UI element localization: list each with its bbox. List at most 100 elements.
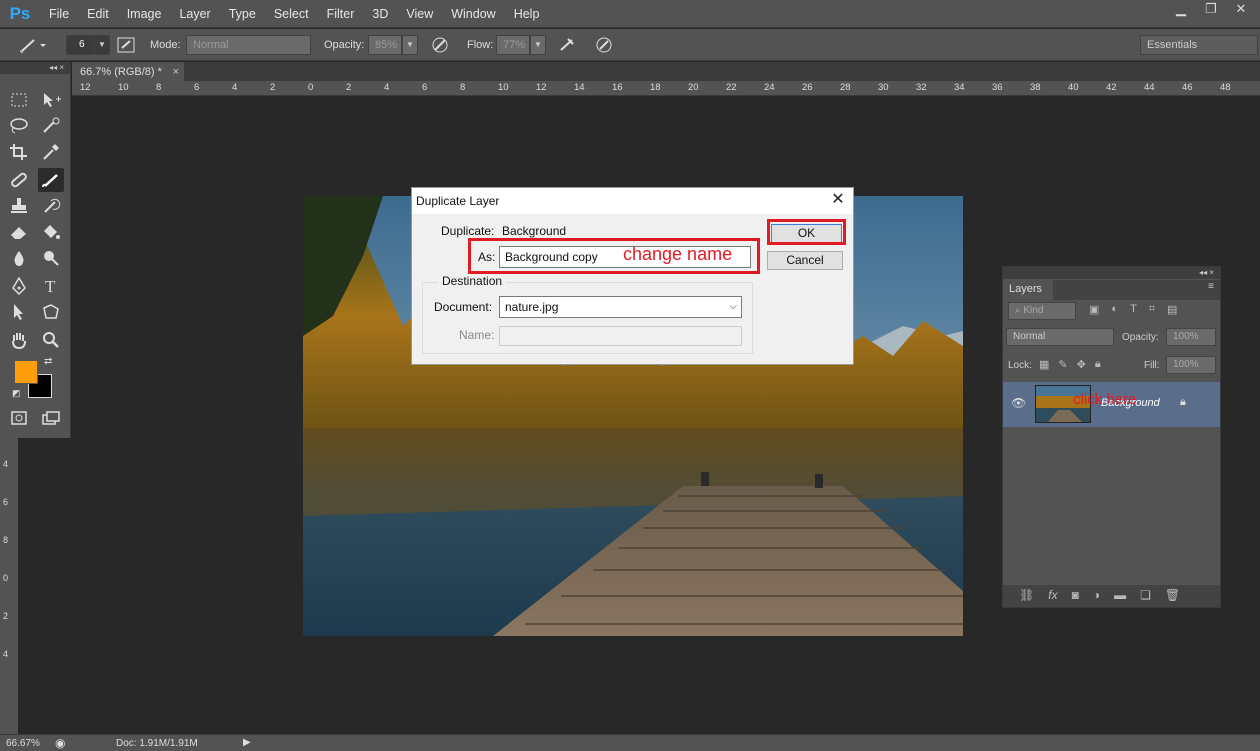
paint-bucket-icon[interactable] [38,220,64,244]
flow-dropdown[interactable]: ▼ [530,35,546,55]
pressure-opacity-icon[interactable] [430,35,452,55]
restore-icon[interactable]: ❐ [1196,0,1226,18]
path-select-icon[interactable] [6,300,32,324]
filter-smart-icon[interactable]: ▤ [1167,303,1177,316]
eraser-icon[interactable] [6,220,32,244]
new-layer-icon[interactable]: ❏ [1140,588,1151,602]
menu-type[interactable]: Type [220,0,265,28]
hand-icon[interactable] [6,328,32,352]
close-icon[interactable]: ✕ [1226,0,1256,18]
fx-icon[interactable]: fx [1048,588,1057,602]
workspace-select[interactable]: Essentials [1140,35,1258,55]
pen-icon[interactable] [6,274,32,298]
name-input[interactable] [499,326,742,346]
menu-image[interactable]: Image [118,0,171,28]
ok-button-highlight [767,219,846,245]
opacity-dropdown[interactable]: ▼ [402,35,418,55]
ruler-top-label: 12 [80,82,91,93]
menu-file[interactable]: File [40,0,78,28]
menu-3d[interactable]: 3D [363,0,397,28]
layers-panel-header[interactable]: ◂◂ × [1003,267,1220,279]
lock-transparency-icon[interactable]: ▦ [1039,358,1049,371]
move-icon[interactable] [38,88,64,112]
lock-position-icon[interactable]: ✥ [1077,358,1086,371]
zoom-level[interactable]: 66.67% [6,738,40,749]
pressure-size-icon[interactable] [594,35,616,55]
dodge-icon[interactable] [38,246,64,270]
layer-row-background[interactable]: 👁︎ Background click here 🔒︎ [1003,382,1220,427]
opacity-field[interactable]: 85% [368,35,402,55]
menu-edit[interactable]: Edit [78,0,118,28]
lock-pixels-icon[interactable]: ✎ [1058,358,1067,371]
menu-select[interactable]: Select [265,0,318,28]
brush-preset-icon[interactable] [18,35,46,55]
status-menu-arrow-icon[interactable]: ▶ [243,737,251,748]
shape-icon[interactable] [38,300,64,324]
ruler-top-label: 2 [346,82,352,93]
eyedropper-icon[interactable] [38,140,64,164]
blend-mode-select[interactable]: Normal [1006,328,1114,346]
swap-colors-icon[interactable]: ⇄ [44,356,52,367]
menu-filter[interactable]: Filter [318,0,364,28]
document-tab-close[interactable]: × [173,62,179,82]
zoom-icon[interactable] [38,328,64,352]
ruler-top-label: 36 [992,82,1003,93]
menu-layer[interactable]: Layer [170,0,219,28]
filter-adjustment-icon[interactable]: ◐ [1111,303,1118,316]
photoshop-logo: Ps [9,3,31,23]
quick-mask-icon[interactable] [6,406,32,430]
type-icon[interactable]: T [38,274,64,298]
dialog-close-icon[interactable]: ✕ [829,190,847,210]
ruler-top-label: 4 [384,82,390,93]
menu-view[interactable]: View [397,0,442,28]
ruler-left-label: 4 [3,459,9,469]
blur-icon[interactable] [6,246,32,270]
foreground-color-swatch[interactable] [14,360,38,384]
crop-icon[interactable] [6,140,32,164]
ruler-top-label: 0 [308,82,314,93]
panel-menu-icon[interactable]: ≡ [1208,281,1214,292]
group-icon[interactable]: ▬ [1114,588,1126,602]
layers-tab[interactable]: Layers [1003,280,1053,300]
visibility-eye-icon[interactable]: 👁︎ [1011,396,1026,410]
history-brush-icon[interactable] [38,194,64,218]
toolbox-header[interactable]: ◂◂ × [0,62,70,74]
quick-select-icon[interactable] [38,114,64,138]
ruler-top-label: 48 [1220,82,1231,93]
link-icon[interactable]: ⛓︎ [1019,588,1034,602]
share-icon[interactable]: ◉ [55,736,65,750]
document-tab[interactable]: 66.7% (RGB/8) * × [72,62,184,82]
layer-opacity-field[interactable]: 100% [1166,328,1216,346]
screen-mode-icon[interactable] [38,406,64,430]
ruler-top-label: 44 [1144,82,1155,93]
brush-size-dropdown[interactable]: ▼ [94,35,110,55]
document-select[interactable]: nature.jpg ⌵ [499,296,742,318]
mask-icon[interactable]: ◙ [1072,588,1079,602]
adjustment-icon[interactable]: ◑ [1093,588,1100,602]
layer-lock-icon[interactable]: 🔒︎ [1180,396,1186,409]
minimize-icon[interactable]: ▁ [1166,0,1196,18]
cancel-button[interactable]: Cancel [767,251,843,270]
trash-icon[interactable]: 🗑︎ [1165,588,1180,602]
flow-field[interactable]: 77% [496,35,530,55]
healing-icon[interactable] [6,168,32,192]
filter-kind-select[interactable]: ⌕ Kind [1008,302,1076,320]
airbrush-icon[interactable] [558,35,580,55]
brush-size-field[interactable]: 6 [66,35,96,55]
menu-window[interactable]: Window [442,0,504,28]
layer-fill-field[interactable]: 100% [1166,356,1216,374]
ruler-top-label: 14 [574,82,585,93]
mode-select[interactable]: Normal [186,35,311,55]
stamp-icon[interactable] [6,194,32,218]
filter-type-icon[interactable]: T [1130,303,1137,316]
filter-shape-icon[interactable]: ⌗ [1149,303,1155,316]
brush-panel-icon[interactable] [116,35,138,55]
marquee-icon[interactable] [6,88,32,112]
menu-help[interactable]: Help [505,0,549,28]
lock-all-icon[interactable]: 🔒︎ [1095,358,1101,371]
left-ruler: 4 6 8 0 2 4 [0,437,18,734]
brush-icon[interactable] [38,168,64,192]
lasso-icon[interactable] [6,114,32,138]
default-colors-icon[interactable]: ◩ [12,388,21,399]
filter-pixel-icon[interactable]: ▣ [1089,303,1099,316]
